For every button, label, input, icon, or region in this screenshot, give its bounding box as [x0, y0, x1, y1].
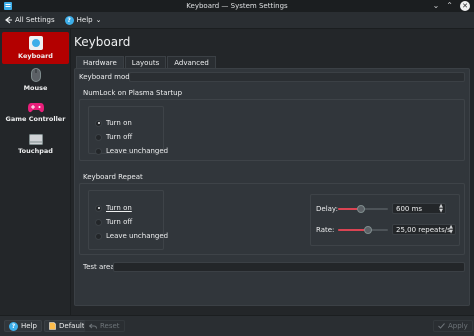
radio-label: Turn off: [106, 133, 133, 141]
rate-slider[interactable]: [338, 226, 388, 234]
sidebar-item-label: Game Controller: [5, 114, 66, 123]
slider-handle[interactable]: [356, 205, 365, 213]
radio-indicator: [95, 232, 102, 240]
toolbar: All Settings ? Help ⌄: [0, 12, 474, 29]
minimize-button[interactable]: ⌄: [433, 1, 440, 11]
delay-value: 600 ms: [396, 204, 423, 213]
tab-hardware[interactable]: Hardware: [76, 56, 124, 68]
sidebar-item-game-controller[interactable]: Game Controller: [2, 96, 69, 128]
radio-indicator: [95, 147, 102, 155]
radio-label: Leave unchanged: [106, 232, 169, 240]
close-button[interactable]: ✕: [460, 1, 470, 11]
repeat-turn-on-radio[interactable]: Turn on: [95, 204, 132, 212]
apply-button-label: Apply: [448, 322, 468, 330]
radio-indicator: [95, 119, 102, 127]
numlock-group: Turn on Turn off Leave unchanged: [79, 99, 465, 161]
system-settings-icon: [4, 2, 12, 10]
sidebar-item-label: Keyboard: [18, 52, 53, 60]
undo-icon: [89, 323, 97, 329]
tab-layouts[interactable]: Layouts: [124, 56, 167, 68]
help-button[interactable]: ? Help: [4, 320, 42, 332]
repeat-turn-off-radio[interactable]: Turn off: [95, 218, 132, 226]
rate-label: Rate:: [316, 226, 335, 234]
radio-label: Leave unchanged: [106, 147, 169, 155]
repeat-settings-box: [310, 194, 460, 246]
sidebar: Keyboard Mouse Game Controller Touchpad: [0, 29, 71, 315]
reset-button[interactable]: Reset: [84, 320, 125, 332]
tab-label: Advanced: [174, 58, 209, 67]
title-bar: Keyboard — System Settings ⌄ ⌃ ✕: [0, 0, 474, 12]
keyboard-repeat-group: Turn on Turn off Leave unchanged Delay: …: [79, 183, 465, 255]
help-label: Help: [76, 16, 93, 24]
radio-label: Turn off: [106, 218, 133, 226]
rate-value: 25,00 repeats/s: [396, 225, 451, 234]
sidebar-item-touchpad[interactable]: Touchpad: [2, 128, 69, 160]
numlock-leave-unchanged-radio[interactable]: Leave unchanged: [95, 147, 168, 155]
sidebar-item-label: Touchpad: [18, 146, 53, 155]
spin-arrows-icon[interactable]: ▲ ▼: [449, 225, 453, 235]
test-area-label: Test area:: [83, 263, 117, 271]
all-settings-label: All Settings: [15, 16, 55, 24]
touchpad-icon: [28, 133, 43, 145]
tab-bar: Hardware Layouts Advanced: [76, 56, 217, 68]
help-menu-button[interactable]: ? Help ⌄: [64, 15, 102, 25]
radio-indicator: [95, 204, 102, 212]
document-icon: [49, 322, 56, 330]
hardware-panel: Keyboard model: NumLock on Plasma Startu…: [74, 68, 470, 306]
keyboard-repeat-group-title: Keyboard Repeat: [83, 173, 143, 181]
mouse-icon: [30, 68, 41, 82]
radio-indicator: [95, 218, 102, 226]
tab-label: Hardware: [83, 58, 117, 67]
back-arrow-icon: [5, 16, 12, 24]
sidebar-item-keyboard[interactable]: Keyboard: [2, 32, 69, 64]
sidebar-item-label: Mouse: [23, 84, 48, 92]
numlock-turn-on-radio[interactable]: Turn on: [95, 119, 132, 127]
help-button-label: Help: [21, 322, 37, 330]
delay-slider[interactable]: [338, 205, 388, 213]
all-settings-button[interactable]: All Settings: [4, 16, 55, 24]
rate-spinbox[interactable]: 25,00 repeats/s ▲ ▼: [392, 224, 456, 235]
spin-arrows-icon[interactable]: ▲ ▼: [439, 204, 443, 214]
chevron-down-icon: ⌄: [95, 16, 102, 24]
checkmark-icon: [438, 323, 445, 329]
delay-spinbox[interactable]: 600 ms ▲ ▼: [392, 203, 446, 214]
keyboard-model-combo[interactable]: [129, 72, 465, 82]
radio-indicator: [95, 133, 102, 141]
slider-handle[interactable]: [364, 226, 372, 234]
reset-button-label: Reset: [100, 322, 120, 330]
page-title: Keyboard: [74, 35, 131, 49]
apply-button[interactable]: Apply: [433, 320, 473, 332]
tab-advanced[interactable]: Advanced: [167, 56, 216, 68]
radio-label: Turn on: [106, 119, 132, 127]
sidebar-item-mouse[interactable]: Mouse: [2, 64, 69, 96]
repeat-leave-unchanged-radio[interactable]: Leave unchanged: [95, 232, 168, 240]
numlock-turn-off-radio[interactable]: Turn off: [95, 133, 132, 141]
gamepad-icon: [27, 102, 44, 112]
numlock-group-title: NumLock on Plasma Startup: [83, 89, 183, 97]
footer-bar: ? Help Defaults Reset Apply: [0, 315, 474, 336]
radio-label: Turn on: [106, 204, 132, 212]
keyboard-icon: [28, 36, 43, 50]
maximize-button[interactable]: ⌃: [446, 1, 453, 11]
test-area-input[interactable]: [113, 262, 465, 272]
tab-label: Layouts: [131, 58, 160, 67]
main-content: Keyboard Hardware Layouts Advanced Keybo…: [72, 29, 474, 315]
help-icon: ?: [64, 15, 74, 25]
help-icon: ?: [9, 321, 18, 331]
delay-label: Delay:: [316, 205, 338, 213]
window-title: Keyboard — System Settings: [186, 2, 288, 10]
